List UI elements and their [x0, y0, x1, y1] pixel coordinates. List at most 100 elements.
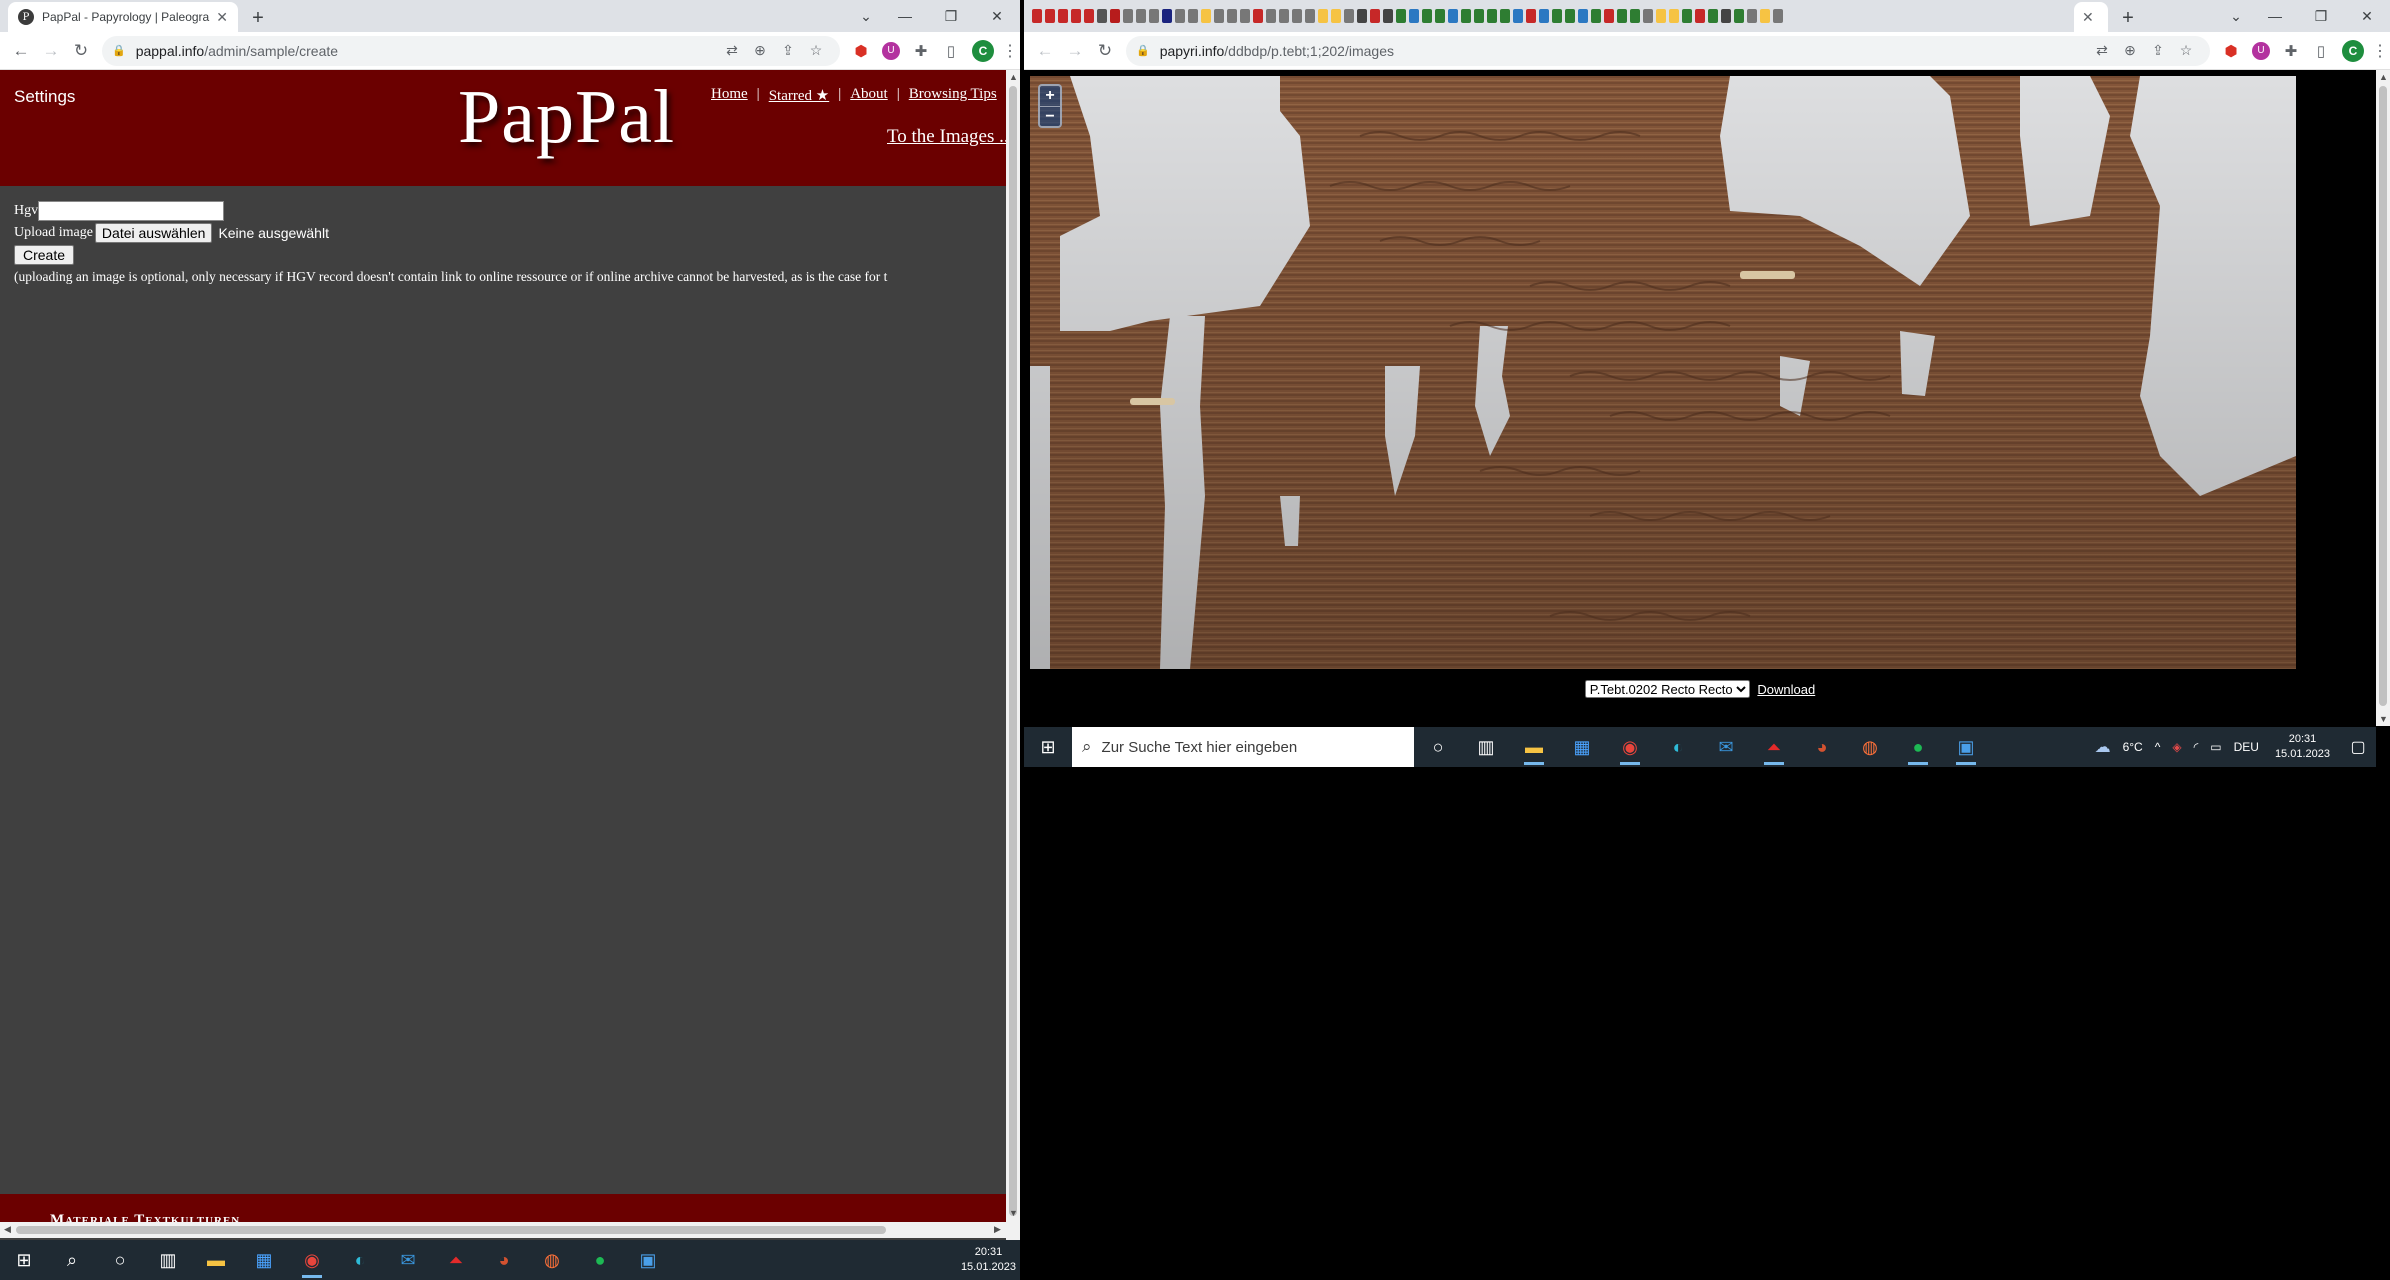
weather-temp[interactable]: 6°C	[2123, 740, 2143, 754]
url-text[interactable]: pappal.info/admin/sample/create	[136, 43, 718, 59]
menu-kebab-icon[interactable]: ⋮	[1000, 41, 1020, 61]
extension-ub-icon[interactable]: U	[876, 36, 906, 66]
scroll-down-arrow-icon[interactable]: ▼	[1009, 1208, 1018, 1218]
weather-cloud-icon[interactable]: ☁	[2095, 737, 2111, 757]
store-icon[interactable]: ▦	[240, 1240, 288, 1280]
acrobat-icon[interactable]: ⏶	[1750, 727, 1798, 767]
scroll-right-arrow-icon[interactable]: ▶	[994, 1224, 1001, 1235]
url-text[interactable]: papyri.info/ddbdp/p.tebt;1;202/images	[1160, 43, 2088, 59]
choose-file-button[interactable]: Datei auswählen	[94, 223, 213, 243]
back-arrow-icon[interactable]: ←	[6, 36, 36, 66]
photos-icon[interactable]: ▣	[1942, 727, 1990, 767]
chrome-icon[interactable]: ◉	[1606, 727, 1654, 767]
spotify-icon[interactable]: ●	[576, 1240, 624, 1280]
taskbar-search-box[interactable]: ⌕ Zur Suche Text hier eingeben	[1072, 727, 1414, 767]
store-icon[interactable]: ▦	[1558, 727, 1606, 767]
windows-start-icon[interactable]: ⊞	[0, 1240, 48, 1280]
battery-icon[interactable]: ▭	[2210, 740, 2221, 754]
minimize-icon[interactable]: —	[882, 8, 928, 24]
task-view-icon[interactable]: ▥	[144, 1240, 192, 1280]
file-explorer-icon[interactable]: ▬	[1510, 727, 1558, 767]
papyrus-image[interactable]	[1030, 76, 2296, 669]
vertical-scroll-thumb[interactable]	[1009, 86, 1017, 1216]
side-panel-icon[interactable]: ▯	[936, 36, 966, 66]
zoom-icon[interactable]: ⊕	[2116, 42, 2144, 59]
new-tab-button[interactable]: +	[2114, 4, 2142, 32]
tab-search-chevron-icon[interactable]: ⌄	[2220, 8, 2252, 25]
right-clock[interactable]: 20:31 15.01.2023	[2275, 732, 2330, 762]
reload-icon[interactable]: ↻	[1090, 36, 1120, 66]
tray-chevron-icon[interactable]: ^	[2155, 740, 2161, 754]
download-link[interactable]: Download	[1757, 682, 1815, 697]
scroll-up-arrow-icon[interactable]: ▲	[1009, 72, 1018, 82]
settings-link[interactable]: Settings	[14, 87, 75, 107]
extensions-puzzle-icon[interactable]: ✚	[2276, 36, 2306, 66]
close-window-icon[interactable]: ✕	[2344, 8, 2390, 25]
zoom-in-button[interactable]: +	[1040, 86, 1060, 106]
profile-avatar[interactable]: C	[972, 39, 994, 62]
zoom-out-button[interactable]: −	[1040, 106, 1060, 126]
close-tab-icon[interactable]: ✕	[216, 9, 228, 26]
cortana-circle-icon[interactable]: ○	[1414, 727, 1462, 767]
nav-home[interactable]: Home	[711, 86, 748, 105]
share-icon[interactable]: ⇪	[774, 42, 802, 59]
cortana-circle-icon[interactable]: ○	[96, 1240, 144, 1280]
hgv-input[interactable]	[38, 201, 225, 221]
address-bar[interactable]: 🔒 papyri.info/ddbdp/p.tebt;1;202/images …	[1126, 35, 2210, 66]
firefox-icon[interactable]: ◍	[1846, 727, 1894, 767]
papyrus-image-viewer[interactable]: + −	[1030, 76, 2296, 669]
address-bar[interactable]: 🔒 pappal.info/admin/sample/create ⇄ ⊕ ⇪ …	[102, 35, 840, 66]
vertical-scrollbar[interactable]: ▲ ▼	[1006, 70, 1020, 1240]
forward-arrow-icon[interactable]: →	[36, 36, 66, 66]
bookmark-star-icon[interactable]: ☆	[2172, 42, 2200, 59]
reload-icon[interactable]: ↻	[66, 36, 96, 66]
translate-icon[interactable]: ⇄	[718, 42, 746, 59]
restore-icon[interactable]: ❐	[2298, 8, 2344, 25]
spotify-icon[interactable]: ●	[1894, 727, 1942, 767]
side-panel-icon[interactable]: ▯	[2306, 36, 2336, 66]
chrome-icon[interactable]: ◉	[288, 1240, 336, 1280]
profile-avatar[interactable]: C	[2342, 39, 2364, 62]
right-vertical-scrollbar[interactable]: ▲ ▼	[2376, 70, 2390, 726]
scroll-down-arrow-icon[interactable]: ▼	[2379, 714, 2388, 724]
horizontal-scrollbar[interactable]: ◀ ▶	[0, 1222, 1006, 1238]
forward-arrow-icon[interactable]: →	[1060, 36, 1090, 66]
scroll-left-arrow-icon[interactable]: ◀	[4, 1224, 11, 1235]
close-tab-icon[interactable]: ✕	[2082, 9, 2094, 26]
nav-starred[interactable]: Starred ★	[769, 86, 830, 105]
language-indicator[interactable]: DEU	[2234, 740, 2259, 754]
to-the-images-link[interactable]: To the Images ..	[887, 126, 1006, 148]
edge-icon[interactable]: ◐	[336, 1240, 384, 1280]
image-select[interactable]: P.Tebt.0202 Recto Recto	[1584, 680, 1750, 698]
zoom-icon[interactable]: ⊕	[746, 42, 774, 59]
back-arrow-icon[interactable]: ←	[1030, 36, 1060, 66]
restore-icon[interactable]: ❐	[928, 8, 974, 25]
new-tab-button[interactable]: +	[244, 4, 272, 32]
powerpoint-icon[interactable]: ◕	[1798, 727, 1846, 767]
tab-search-chevron-icon[interactable]: ⌄	[850, 8, 882, 25]
notification-icon[interactable]: ▢	[2340, 727, 2376, 767]
horizontal-scroll-thumb[interactable]	[16, 1226, 886, 1234]
extensions-puzzle-icon[interactable]: ✚	[906, 36, 936, 66]
extension-shield-icon[interactable]: ⬢	[2216, 36, 2246, 66]
nav-browsing-tips[interactable]: Browsing Tips	[909, 86, 997, 105]
close-window-icon[interactable]: ✕	[974, 8, 1020, 25]
minimize-icon[interactable]: —	[2252, 8, 2298, 24]
acrobat-icon[interactable]: ⏶	[432, 1240, 480, 1280]
nav-about[interactable]: About	[850, 86, 888, 105]
powerpoint-icon[interactable]: ◕	[480, 1240, 528, 1280]
task-view-icon[interactable]: ▥	[1462, 727, 1510, 767]
windows-start-icon[interactable]: ⊞	[1024, 727, 1072, 767]
extension-shield-icon[interactable]: ⬢	[846, 36, 876, 66]
search-icon[interactable]: ⌕	[48, 1240, 96, 1280]
extension-ub-icon[interactable]: U	[2246, 36, 2276, 66]
mail-icon[interactable]: ✉	[1702, 727, 1750, 767]
scroll-up-arrow-icon[interactable]: ▲	[2379, 72, 2388, 82]
photos-icon[interactable]: ▣	[624, 1240, 672, 1280]
file-explorer-icon[interactable]: ▬	[192, 1240, 240, 1280]
tray-app-icon[interactable]: ◈	[2172, 740, 2181, 754]
site-logo[interactable]: PapPal	[458, 74, 675, 161]
translate-icon[interactable]: ⇄	[2088, 42, 2116, 59]
left-clock[interactable]: 20:31 15.01.2023	[961, 1245, 1016, 1275]
right-scroll-thumb[interactable]	[2379, 86, 2387, 706]
